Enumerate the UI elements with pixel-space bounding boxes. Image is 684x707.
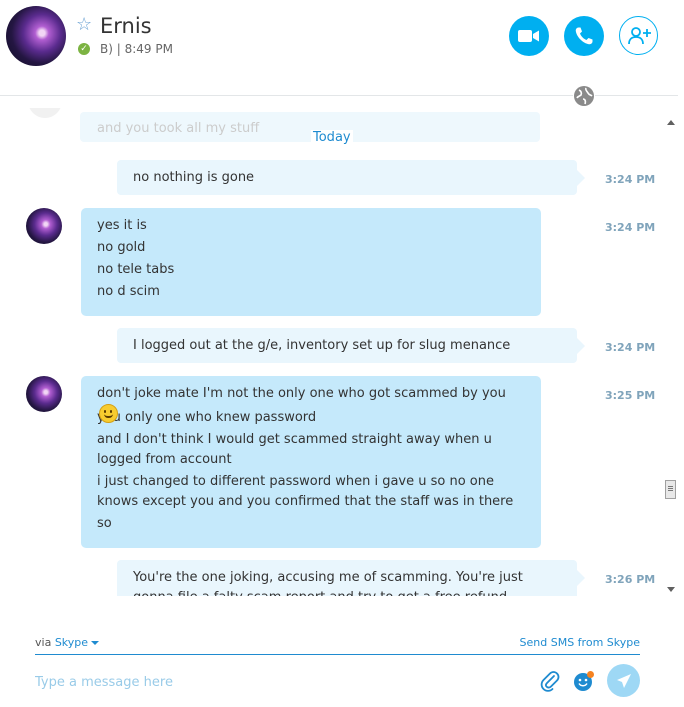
message-incoming[interactable]: don't joke mate I'm not the only one who… xyxy=(81,376,541,548)
message-text: I logged out at the g/e, inventory set u… xyxy=(133,338,511,353)
chat-scrollbar[interactable] xyxy=(664,116,678,596)
attach-file-button[interactable] xyxy=(539,670,561,692)
message-text: you only one who knew password xyxy=(97,410,317,425)
send-sms-link[interactable]: Send SMS from Skype xyxy=(520,636,640,649)
contact-avatar[interactable] xyxy=(6,6,66,66)
message-text: i just changed to different password whe… xyxy=(97,474,514,509)
smiley-icon xyxy=(574,671,594,691)
message-outgoing[interactable]: I logged out at the g/e, inventory set u… xyxy=(117,328,585,363)
conversation-header: ☆ Ernis ✓ B) | 8:49 PM xyxy=(0,0,684,96)
date-separator: Today xyxy=(311,130,353,145)
video-call-button[interactable] xyxy=(509,16,549,56)
emoticon-button[interactable] xyxy=(573,670,595,692)
globe-icon[interactable] xyxy=(573,85,595,107)
message-timestamp: 3:24 PM xyxy=(605,221,656,234)
message-text: so xyxy=(97,516,112,531)
previous-avatar xyxy=(28,108,62,118)
online-check-icon: ✓ xyxy=(78,43,90,55)
paperclip-icon xyxy=(540,671,560,692)
phone-icon xyxy=(575,27,593,45)
message-incoming[interactable]: yes it is no gold no tele tabs no d scim xyxy=(81,208,541,316)
chat-history[interactable]: and you took all my stuff Today no nothi… xyxy=(0,108,664,596)
previous-message: and you took all my stuff xyxy=(80,112,540,142)
contact-mood: B) | 8:49 PM xyxy=(100,42,173,56)
via-label: via xyxy=(35,636,52,649)
message-text: don't joke mate I'm not the only one who… xyxy=(97,386,506,401)
message-text: no d scim xyxy=(97,284,160,299)
message-timestamp: 3:24 PM xyxy=(605,341,656,354)
video-camera-icon xyxy=(518,30,539,42)
smiley-emoticon-icon xyxy=(99,404,118,423)
message-text: no nothing is gone xyxy=(133,170,255,185)
message-input[interactable] xyxy=(35,672,515,692)
via-selector[interactable]: via Skype xyxy=(35,636,100,649)
scroll-up-arrow-icon[interactable] xyxy=(667,120,675,125)
contact-name[interactable]: Ernis xyxy=(100,14,152,38)
message-line-with-emoji: don't joke mate I'm not the only one who… xyxy=(97,384,525,423)
send-message-button[interactable] xyxy=(607,664,640,697)
input-divider xyxy=(35,654,640,655)
add-person-icon xyxy=(627,26,651,44)
chevron-down-icon xyxy=(91,641,100,645)
via-service: Skype xyxy=(54,636,89,649)
message-timestamp: 3:26 PM xyxy=(605,573,656,586)
send-arrow-icon xyxy=(616,673,631,688)
message-text: no gold xyxy=(97,240,146,255)
scroll-down-arrow-icon[interactable] xyxy=(667,587,675,592)
favorite-star-icon[interactable]: ☆ xyxy=(76,14,92,35)
message-outgoing[interactable]: You're the one joking, accusing me of sc… xyxy=(117,560,585,596)
scrollbar-thumb[interactable] xyxy=(665,480,676,499)
message-text: You're the one joking, accusing me of sc… xyxy=(133,570,523,596)
message-text: yes it is xyxy=(97,218,147,233)
message-timestamp: 3:24 PM xyxy=(605,173,656,186)
message-text: no tele tabs xyxy=(97,262,175,277)
contact-avatar-small[interactable] xyxy=(26,208,62,244)
message-timestamp: 3:25 PM xyxy=(605,389,656,402)
contact-avatar-small[interactable] xyxy=(26,376,62,412)
add-people-button[interactable] xyxy=(619,16,658,55)
message-outgoing[interactable]: no nothing is gone xyxy=(117,160,585,195)
message-text: and I don't think I would get scammed st… xyxy=(97,432,492,467)
voice-call-button[interactable] xyxy=(564,16,604,56)
